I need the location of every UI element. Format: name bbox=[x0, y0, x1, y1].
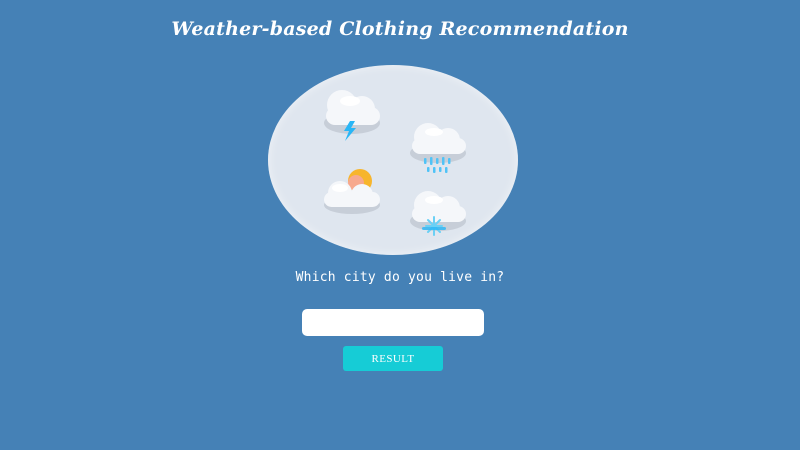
rain-cloud-icon bbox=[410, 123, 466, 173]
city-question: Which city do you live in? bbox=[295, 270, 505, 285]
thunderstorm-cloud-icon bbox=[324, 90, 380, 141]
page-title: Weather-based Clothing Recommendation bbox=[171, 18, 629, 40]
weather-illustration bbox=[268, 65, 518, 255]
result-button[interactable]: RESULT bbox=[343, 346, 443, 371]
city-input[interactable] bbox=[302, 309, 484, 336]
partly-sunny-cloud-icon bbox=[324, 169, 380, 214]
snow-cloud-icon bbox=[410, 191, 466, 236]
